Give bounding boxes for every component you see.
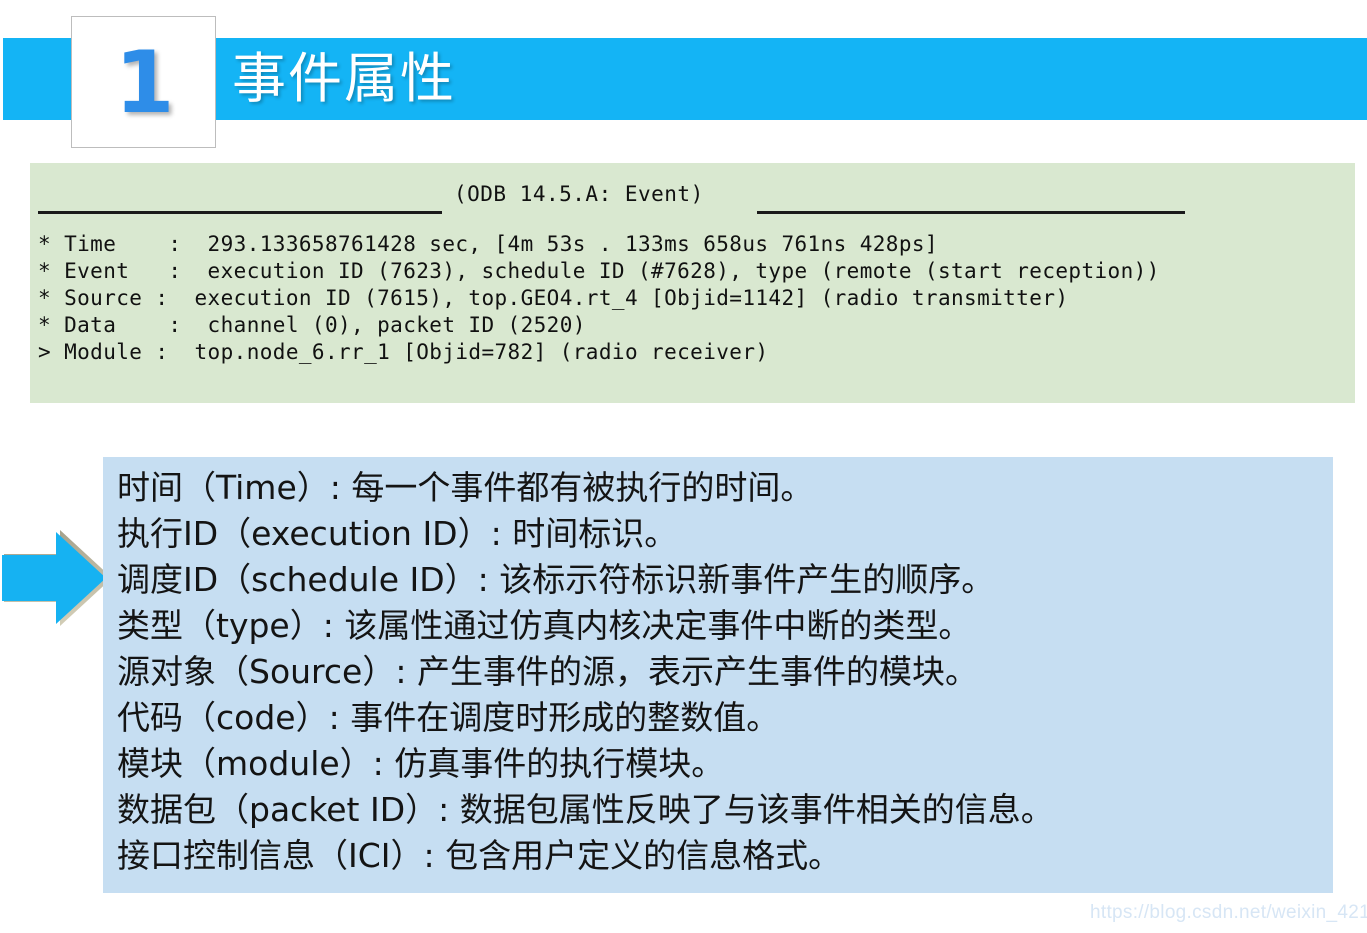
explanation-line: 数据包（packet ID）: 数据包属性反映了与该事件相关的信息。 (117, 790, 1054, 829)
explanation-line: 时间（Time）: 每一个事件都有被执行的时间。 (117, 468, 814, 507)
console-header-label: (ODB 14.5.A: Event) (454, 182, 704, 206)
console-line: * Data : channel (0), packet ID (2520) (38, 313, 586, 337)
console-line: > Module : top.node_6.rr_1 [Objid=782] (… (38, 340, 769, 364)
console-line-list: * Time : 293.133658761428 sec, [4m 53s .… (38, 231, 1358, 366)
explanation-line: 调度ID（schedule ID）: 该标示符标识新事件产生的顺序。 (117, 560, 995, 599)
divider-rule-left (38, 211, 442, 214)
watermark-text: https://blog.csdn.net/weixin_42115293 (1090, 902, 1367, 923)
explanation-line: 接口控制信息（ICI）: 包含用户定义的信息格式。 (117, 836, 842, 875)
console-output-block: (ODB 14.5.A: Event) * Time : 293.1336587… (30, 163, 1355, 403)
step-number-label: 1 (114, 33, 175, 133)
step-number-box: 1 (71, 16, 216, 148)
divider-rule-right (757, 211, 1185, 214)
explanation-line: 模块（module）: 仿真事件的执行模块。 (117, 744, 725, 783)
console-line: * Event : execution ID (7623), schedule … (38, 259, 1160, 283)
right-arrow-icon (2, 528, 114, 628)
explanation-callout: 时间（Time）: 每一个事件都有被执行的时间。 执行ID（execution … (103, 457, 1333, 893)
explanation-line: 执行ID（execution ID）: 时间标识。 (117, 514, 678, 553)
console-header: (ODB 14.5.A: Event) (30, 181, 1355, 215)
page-title: 事件属性 (232, 47, 456, 110)
console-line: * Source : execution ID (7615), top.GEO4… (38, 286, 1069, 310)
explanation-line-list: 时间（Time）: 每一个事件都有被执行的时间。 执行ID（execution … (117, 465, 1327, 879)
explanation-line: 类型（type）: 该属性通过仿真内核决定事件中断的类型。 (117, 606, 972, 645)
console-line: * Time : 293.133658761428 sec, [4m 53s .… (38, 232, 938, 256)
explanation-line: 源对象（Source）: 产生事件的源，表示产生事件的模块。 (117, 652, 978, 691)
explanation-line: 代码（code）: 事件在调度时形成的整数值。 (117, 698, 780, 737)
